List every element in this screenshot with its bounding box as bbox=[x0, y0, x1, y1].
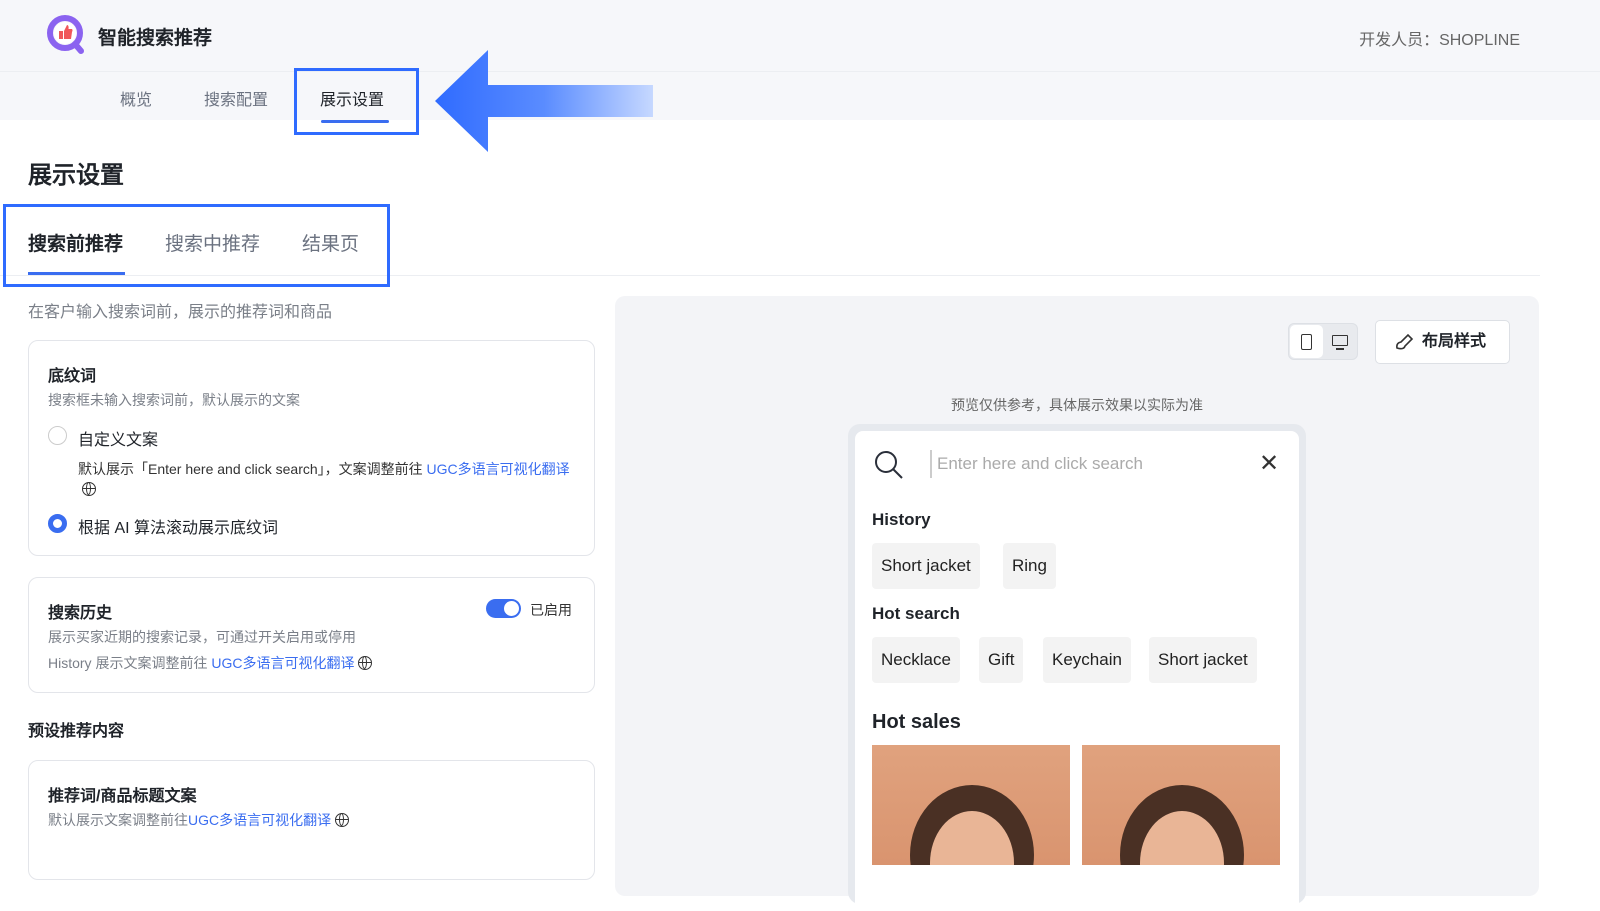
product-image[interactable] bbox=[872, 745, 1070, 865]
desktop-view-button[interactable] bbox=[1325, 325, 1356, 358]
hot-search-chip[interactable]: Short jacket bbox=[1149, 637, 1257, 683]
ugc-translate-link[interactable]: UGC多语言可视化翻译 bbox=[427, 461, 570, 477]
page-description: 在客户输入搜索词前，展示的推荐词和商品 bbox=[28, 304, 333, 321]
preset-card-note: 默认展示文案调整前往UGC多语言可视化翻译 bbox=[48, 810, 350, 830]
layout-style-button[interactable]: 布局样式 bbox=[1375, 320, 1510, 364]
custom-text-note-text: 默认展示「Enter here and click search」，文案调整前往 bbox=[78, 461, 427, 477]
hot-search-chip[interactable]: Gift bbox=[979, 637, 1024, 683]
highlight-box-subtabs bbox=[3, 204, 390, 287]
history-chip[interactable]: Ring bbox=[1003, 543, 1056, 589]
desktop-icon bbox=[1332, 335, 1348, 346]
brush-icon bbox=[1396, 333, 1414, 350]
nav-tab-search-config[interactable]: 搜索配置 bbox=[204, 86, 268, 110]
highlight-box-nav bbox=[294, 68, 419, 135]
nav-tab-overview[interactable]: 概览 bbox=[120, 86, 152, 110]
history-toggle[interactable] bbox=[486, 599, 521, 618]
history-card-title: 搜索历史 bbox=[48, 605, 113, 622]
history-title: History bbox=[872, 510, 931, 529]
placeholder-card-desc: 搜索框未输入搜索词前，默认展示的文案 bbox=[48, 392, 300, 408]
radio-custom-text[interactable] bbox=[48, 426, 67, 445]
mobile-view-button[interactable] bbox=[1290, 325, 1323, 358]
ugc-translate-link[interactable]: UGC多语言可视化翻译 bbox=[211, 655, 354, 671]
hot-search-title: Hot search bbox=[872, 604, 960, 623]
layout-style-label: 布局样式 bbox=[1422, 333, 1487, 350]
radio-custom-text-label[interactable]: 自定义文案 bbox=[78, 426, 158, 450]
history-note-text: History 展示文案调整前往 bbox=[48, 655, 212, 671]
mobile-icon bbox=[1301, 334, 1312, 350]
search-cursor bbox=[930, 450, 932, 478]
ugc-translate-link[interactable]: UGC多语言可视化翻译 bbox=[188, 812, 331, 828]
close-icon[interactable]: ✕ bbox=[1259, 449, 1279, 478]
preset-heading: 预设推荐内容 bbox=[28, 723, 125, 740]
page-title: 展示设置 bbox=[28, 162, 124, 189]
hot-sales-title: Hot sales bbox=[872, 711, 961, 733]
custom-text-note: 默认展示「Enter here and click search」，文案调整前往… bbox=[78, 459, 578, 499]
search-icon bbox=[875, 451, 903, 479]
history-card-note: History 展示文案调整前往 UGC多语言可视化翻译 bbox=[48, 653, 373, 673]
placeholder-card-title: 底纹词 bbox=[48, 368, 97, 385]
history-chip[interactable]: Short jacket bbox=[872, 543, 980, 589]
history-toggle-label: 已启用 bbox=[530, 602, 572, 618]
globe-icon bbox=[82, 482, 96, 496]
preset-note-text: 默认展示文案调整前往 bbox=[48, 812, 188, 828]
preset-card-title: 推荐词/商品标题文案 bbox=[48, 788, 197, 805]
hot-search-chip[interactable]: Keychain bbox=[1043, 637, 1131, 683]
app-logo bbox=[46, 14, 86, 54]
radio-ai-rolling-label[interactable]: 根据 AI 算法滚动展示底纹词 bbox=[78, 514, 278, 538]
app-title: 智能搜索推荐 bbox=[98, 28, 213, 49]
globe-icon bbox=[335, 813, 350, 827]
developer-label: 开发人员：SHOPLINE bbox=[1359, 32, 1520, 49]
product-image[interactable] bbox=[1082, 745, 1280, 865]
globe-icon bbox=[358, 656, 373, 670]
hot-search-chip[interactable]: Necklace bbox=[872, 637, 960, 683]
arrow-annotation-icon bbox=[435, 50, 653, 152]
radio-ai-rolling[interactable] bbox=[48, 514, 67, 533]
preview-note: 预览仅供参考，具体展示效果以实际为准 bbox=[951, 397, 1203, 413]
search-input[interactable]: Enter here and click search bbox=[937, 454, 1143, 474]
history-card-desc: 展示买家近期的搜索记录，可通过开关启用或停用 bbox=[48, 629, 356, 645]
